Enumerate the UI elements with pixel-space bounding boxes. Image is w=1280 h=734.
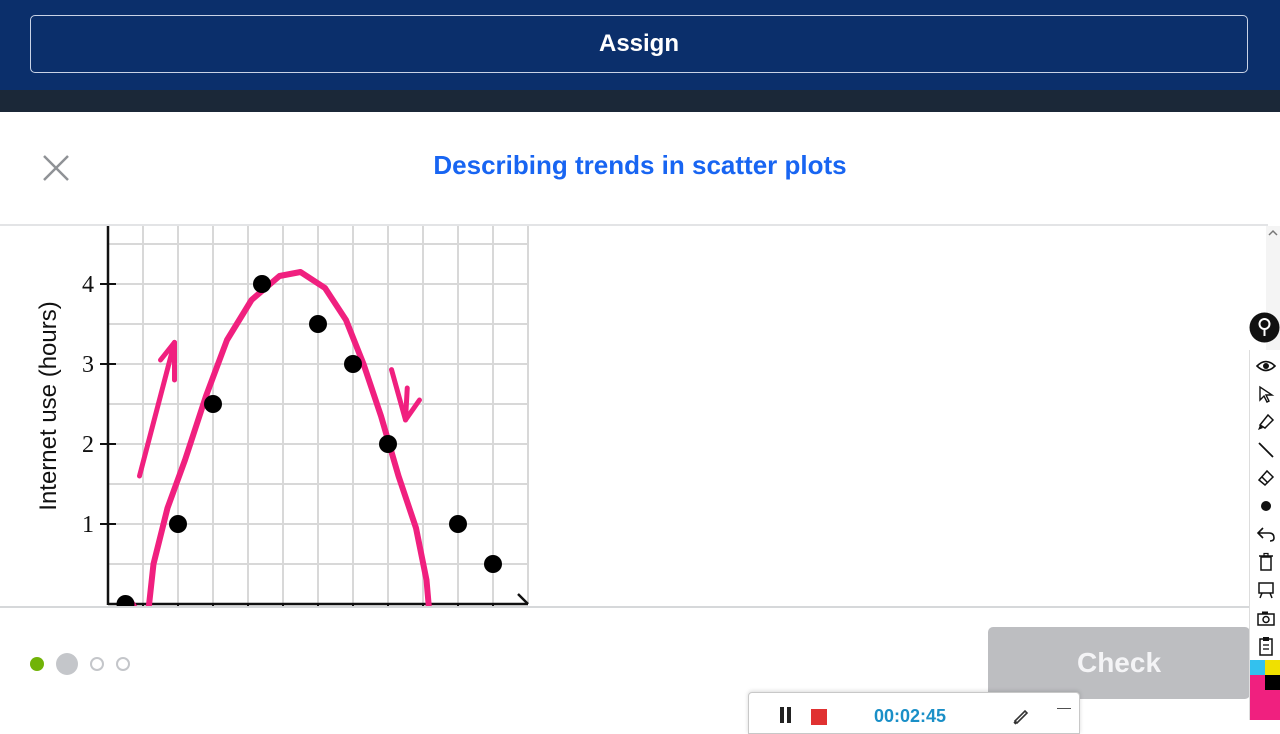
x-axis-arrow [517, 593, 529, 605]
data-point [449, 515, 467, 533]
line-icon[interactable] [1252, 438, 1279, 462]
board-icon[interactable] [1252, 578, 1279, 602]
minimize-icon[interactable]: — [1057, 699, 1071, 715]
color-swatch-yellow[interactable] [1265, 660, 1280, 675]
color-swatches [1250, 660, 1280, 720]
progress-dot [30, 657, 44, 671]
progress-dot [90, 657, 104, 671]
increasing-arrow [137, 339, 177, 479]
decreasing-arrow [389, 367, 408, 423]
y-tick-label: 2 [82, 432, 94, 458]
pen-icon[interactable] [1011, 705, 1031, 725]
eye-icon[interactable] [1252, 354, 1279, 378]
color-swatch-cyan[interactable] [1250, 660, 1265, 675]
data-point [484, 555, 502, 573]
y-tick-label: 3 [82, 352, 94, 378]
check-button[interactable]: Check [988, 627, 1250, 699]
header-strip [0, 90, 1280, 112]
pause-icon[interactable] [779, 707, 793, 723]
color-swatch-black[interactable] [1265, 675, 1280, 690]
trash-icon[interactable] [1252, 550, 1279, 574]
highlighter-icon[interactable] [1252, 410, 1279, 434]
undo-icon[interactable] [1252, 522, 1279, 546]
data-point [169, 515, 187, 533]
data-point [379, 435, 397, 453]
y-tick-label: 4 [82, 272, 94, 298]
recording-timer: 00:02:45 [874, 706, 947, 726]
progress-dot [116, 657, 130, 671]
dot-size-icon[interactable] [1252, 494, 1279, 518]
progress-dot [56, 653, 78, 675]
color-swatch-pink[interactable] [1250, 675, 1265, 720]
assign-button[interactable]: Assign [30, 15, 1248, 73]
data-point [204, 395, 222, 413]
stop-recording-icon[interactable] [811, 709, 827, 725]
camera-icon[interactable] [1252, 606, 1279, 630]
data-point [253, 275, 271, 293]
scatter-plot: Internet use (hours) 1 2 3 4 [0, 203, 560, 631]
data-point [344, 355, 362, 373]
y-axis-label: Internet use (hours) [35, 301, 62, 510]
screen-recorder-bar: 00:02:45 — [748, 692, 1080, 734]
exercise-title: Describing trends in scatter plots [433, 150, 847, 180]
footer-divider [0, 606, 1268, 608]
progress-dots [30, 652, 130, 676]
top-bar: Assign [0, 0, 1280, 90]
y-tick-label: 1 [82, 512, 94, 538]
clipboard-icon[interactable] [1252, 634, 1279, 658]
eraser-icon[interactable] [1252, 466, 1279, 490]
annotation-app-logo-icon[interactable] [1249, 312, 1280, 343]
scroll-up-icon[interactable] [1268, 226, 1278, 238]
cursor-arrow-icon[interactable] [1252, 382, 1279, 406]
data-point [309, 315, 327, 333]
color-swatch-pink[interactable] [1265, 690, 1280, 720]
